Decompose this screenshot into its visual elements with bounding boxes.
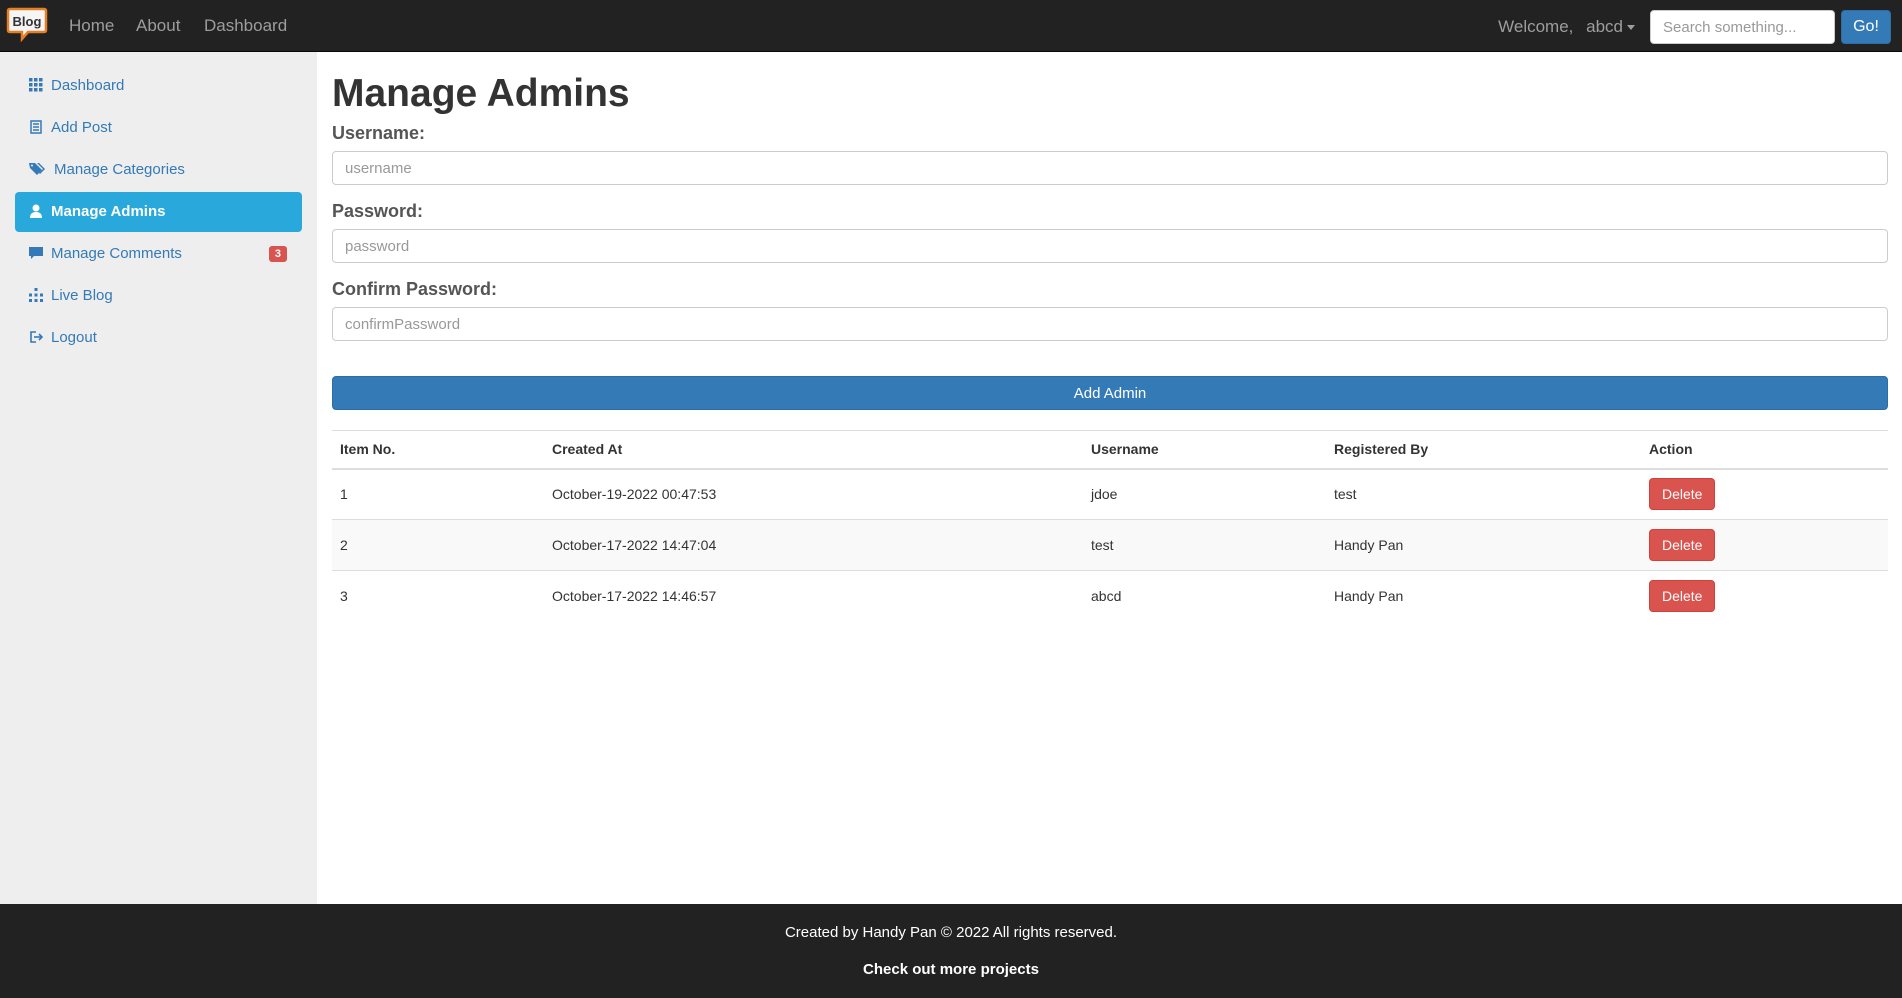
page-footer: Created by Handy Pan © 2022 All rights r… <box>0 904 1902 998</box>
sidebar-item-live-blog[interactable]: Live Blog <box>15 276 302 316</box>
sidebar-item-label: Manage Categories <box>54 161 185 178</box>
user-icon <box>29 204 43 218</box>
cell-created-at: October-17-2022 14:47:04 <box>544 519 1083 571</box>
cell-created-at: October-19-2022 00:47:53 <box>544 468 1083 520</box>
nav-home-link[interactable]: Home <box>69 16 114 36</box>
delete-button[interactable]: Delete <box>1649 580 1716 613</box>
cell-item-no: 1 <box>332 468 544 520</box>
column-header-registered-by: Registered By <box>1326 430 1641 470</box>
confirm-password-input[interactable] <box>332 307 1888 341</box>
column-header-username: Username <box>1083 430 1326 470</box>
cell-item-no: 3 <box>332 570 544 622</box>
nav-dashboard-link[interactable]: Dashboard <box>204 16 287 36</box>
username-input[interactable] <box>332 151 1888 185</box>
admins-table: Item No. Created At Username Registered … <box>332 430 1888 622</box>
welcome-label: Welcome, <box>1498 17 1574 36</box>
username-label: abcd <box>1586 17 1623 36</box>
document-icon <box>29 120 43 134</box>
tags-icon <box>29 162 46 176</box>
cell-username: test <box>1083 519 1326 571</box>
logout-icon <box>29 330 44 344</box>
password-input[interactable] <box>332 229 1888 263</box>
delete-button[interactable]: Delete <box>1649 529 1716 561</box>
page-title: Manage Admins <box>332 72 630 115</box>
comment-icon <box>29 246 43 260</box>
blog-logo[interactable]: Blog <box>6 6 48 43</box>
sidebar-item-logout[interactable]: Logout <box>15 318 302 358</box>
nav-about-link[interactable]: About <box>136 16 180 36</box>
username-label: Username: <box>332 123 426 143</box>
column-header-created-at: Created At <box>544 430 1083 470</box>
sidebar-item-manage-comments[interactable]: Manage Comments 3 <box>15 234 302 274</box>
cell-item-no: 2 <box>332 519 544 571</box>
sidebar-item-manage-categories[interactable]: Manage Categories <box>15 150 302 190</box>
top-navbar: Blog Home About Dashboard Welcome, abcd … <box>0 0 1902 52</box>
sidebar-item-label: Logout <box>51 329 97 346</box>
cell-registered-by: test <box>1326 468 1641 520</box>
cell-registered-by: Handy Pan <box>1326 519 1641 571</box>
cell-username: abcd <box>1083 570 1326 622</box>
cell-action: Delete <box>1641 519 1888 571</box>
password-label: Password: <box>332 201 424 221</box>
cell-registered-by: Handy Pan <box>1326 570 1641 622</box>
brand-text: Blog <box>13 14 42 29</box>
cell-action: Delete <box>1641 468 1888 520</box>
confirm-password-label: Confirm Password: <box>332 279 498 299</box>
user-menu-toggle[interactable]: Welcome, abcd <box>1498 17 1635 37</box>
sidebar: Dashboard Add Post Manage Categories Man… <box>0 52 317 904</box>
sidebar-item-label: Manage Admins <box>51 203 166 220</box>
table-header-row: Item No. Created At Username Registered … <box>332 430 1888 470</box>
sidebar-item-label: Manage Comments <box>51 245 182 262</box>
sidebar-item-manage-admins[interactable]: Manage Admins <box>15 192 302 232</box>
table-row: 3 October-17-2022 14:46:57 abcd Handy Pa… <box>332 570 1888 622</box>
caret-down-icon <box>1627 25 1635 31</box>
table-row: 2 October-17-2022 14:47:04 test Handy Pa… <box>332 519 1888 571</box>
column-header-action: Action <box>1641 430 1888 470</box>
sidebar-item-label: Dashboard <box>51 77 125 94</box>
add-admin-button[interactable]: Add Admin <box>332 376 1888 410</box>
footer-projects-link[interactable]: Check out more projects <box>0 961 1902 978</box>
sidebar-item-label: Add Post <box>51 119 112 136</box>
delete-button[interactable]: Delete <box>1649 478 1716 511</box>
comments-count-badge: 3 <box>268 246 287 262</box>
sitemap-icon <box>29 288 43 302</box>
table-row: 1 October-19-2022 00:47:53 jdoe test Del… <box>332 468 1888 520</box>
cell-action: Delete <box>1641 570 1888 622</box>
cell-username: jdoe <box>1083 468 1326 520</box>
footer-copyright: Created by Handy Pan © 2022 All rights r… <box>784 924 1118 941</box>
sidebar-item-add-post[interactable]: Add Post <box>15 108 302 148</box>
cell-created-at: October-17-2022 14:46:57 <box>544 570 1083 622</box>
search-go-button[interactable]: Go! <box>1841 10 1891 44</box>
sidebar-item-dashboard[interactable]: Dashboard <box>15 66 302 106</box>
sidebar-item-label: Live Blog <box>51 287 113 304</box>
search-input[interactable] <box>1650 10 1835 44</box>
grid-icon <box>29 78 43 92</box>
column-header-item-no: Item No. <box>332 430 544 470</box>
